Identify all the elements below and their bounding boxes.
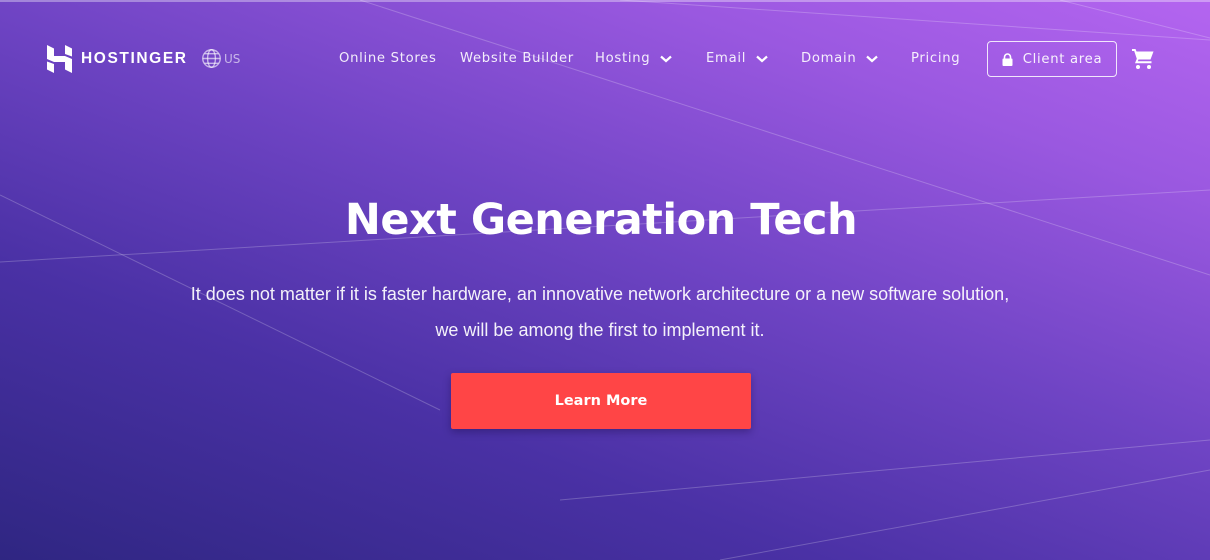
lock-icon (1002, 52, 1013, 66)
cart-icon[interactable] (1131, 47, 1155, 71)
brand-logo-link[interactable]: HOSTINGER (47, 45, 188, 73)
chevron-down-icon (756, 55, 768, 62)
nav-hosting[interactable]: Hosting (595, 51, 673, 66)
bg-line (559, 439, 1210, 501)
nav-label: Domain (801, 51, 857, 66)
nav-label: Pricing (911, 51, 961, 66)
chevron-down-icon (660, 55, 673, 62)
hero-title: Next Generation Tech (344, 195, 858, 245)
brand-name: HOSTINGER (81, 50, 188, 67)
site-header: HOSTINGER US Online Stores Website Build… (0, 0, 1210, 120)
nav-label: Hosting (595, 51, 651, 66)
client-area-label: Client area (1022, 51, 1103, 67)
locale-selector[interactable]: US (201, 48, 240, 69)
hero-subtitle: It does not matter if it is faster hardw… (190, 284, 1010, 340)
client-area-button[interactable]: Client area (987, 41, 1117, 77)
learn-more-button[interactable]: Learn More (451, 373, 751, 429)
nav-online-stores[interactable]: Online Stores (339, 51, 437, 66)
globe-icon (202, 49, 221, 68)
chevron-down-icon (866, 55, 879, 62)
hostinger-logo-icon (47, 45, 72, 73)
nav-label: Email (706, 51, 747, 66)
nav-label: Website Builder (460, 51, 574, 66)
bg-line (719, 469, 1210, 560)
nav-pricing[interactable]: Pricing (911, 51, 960, 66)
nav-website-builder[interactable]: Website Builder (460, 51, 574, 66)
nav-domain[interactable]: Domain (801, 51, 879, 66)
locale-label: US (224, 51, 241, 66)
nav-label: Online Stores (339, 51, 437, 66)
nav-email[interactable]: Email (706, 51, 768, 66)
